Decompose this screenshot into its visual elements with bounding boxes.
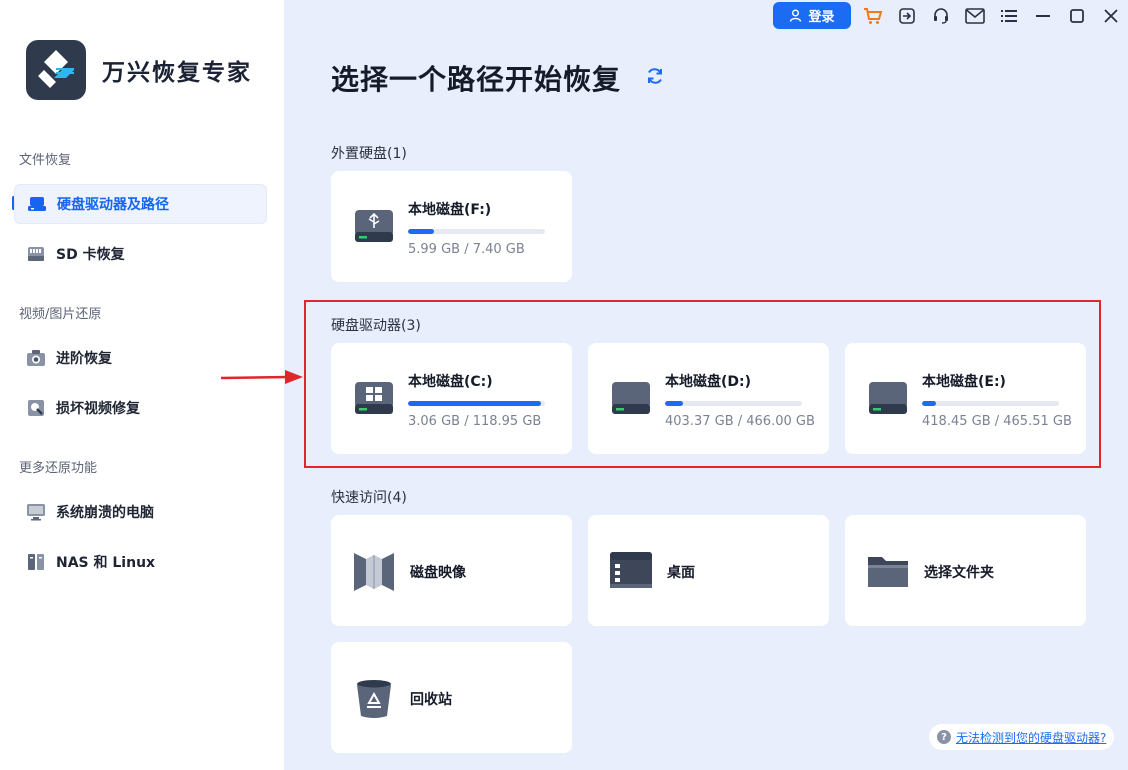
drive-card-f[interactable]: 本地磁盘(F:) 5.99 GB / 7.40 GB [331, 171, 572, 282]
sd-card-icon [26, 244, 46, 264]
drive-size: 5.99 GB / 7.40 GB [408, 242, 525, 257]
sidebar-item-nas-linux[interactable]: NAS 和 Linux [14, 542, 267, 582]
quick-item-label: 回收站 [410, 692, 452, 708]
sidebar-item-video-repair[interactable]: 损坏视频修复 [14, 388, 267, 428]
sidebar-item-crashed-pc[interactable]: 系统崩溃的电脑 [14, 492, 267, 532]
hard-drive-icon [27, 194, 47, 214]
sidebar-item-label: SD 卡恢复 [56, 247, 125, 263]
page-title: 选择一个路径开始恢复 [331, 63, 622, 96]
usb-drive-icon [353, 206, 395, 246]
red-arrow-icon [220, 370, 303, 384]
app-name: 万兴恢复专家 [102, 60, 252, 86]
nas-icon [26, 552, 46, 572]
quick-item-select-folder[interactable]: 选择文件夹 [845, 515, 1086, 626]
app-logo-row: 万兴恢复专家 [26, 40, 252, 100]
drive-name: 本地磁盘(F:) [408, 202, 492, 218]
close-icon[interactable] [1100, 5, 1122, 27]
maximize-icon[interactable] [1066, 5, 1088, 27]
recycle-bin-icon [352, 676, 396, 720]
quick-item-label: 桌面 [667, 565, 695, 581]
highlight-box [304, 300, 1101, 468]
quick-item-disk-image[interactable]: 磁盘映像 [331, 515, 572, 626]
app-logo-icon [26, 40, 86, 100]
sidebar-item-hard-drive[interactable]: 硬盘驱动器及路径 [14, 184, 267, 224]
sidebar-item-label: 硬盘驱动器及路径 [57, 197, 169, 213]
folder-icon [866, 549, 910, 593]
monitor-icon [26, 502, 46, 522]
section-title-video-photo: 视频/图片还原 [19, 307, 102, 322]
disk-image-icon [352, 549, 396, 593]
menu-icon[interactable] [998, 5, 1020, 27]
login-label: 登录 [808, 10, 835, 25]
sidebar-item-label: NAS 和 Linux [56, 555, 156, 571]
headset-icon[interactable] [930, 5, 952, 27]
help-link-text: 无法检测到您的硬盘驱动器? [956, 730, 1107, 745]
section-title-more: 更多还原功能 [19, 461, 98, 476]
sign-in-icon[interactable] [896, 5, 918, 27]
video-repair-icon [26, 398, 46, 418]
external-drives-title: 外置硬盘(1) [331, 146, 407, 162]
section-title-file-recovery: 文件恢复 [19, 153, 72, 168]
quick-item-desktop[interactable]: 桌面 [588, 515, 829, 626]
quick-item-recycle-bin[interactable]: 回收站 [331, 642, 572, 753]
quick-item-label: 磁盘映像 [410, 565, 466, 581]
sidebar-item-label: 系统崩溃的电脑 [56, 505, 154, 521]
sidebar-item-label: 损坏视频修复 [56, 401, 140, 417]
usage-bar [408, 229, 545, 234]
quick-access-title: 快速访问(4) [331, 490, 407, 506]
refresh-icon[interactable] [645, 66, 665, 86]
sidebar-item-sd-card[interactable]: SD 卡恢复 [14, 234, 267, 274]
sidebar-item-label: 进阶恢复 [56, 351, 112, 367]
quick-item-label: 选择文件夹 [924, 565, 994, 581]
usage-bar-fill [408, 229, 435, 234]
help-link[interactable]: ? 无法检测到您的硬盘驱动器? [929, 724, 1115, 750]
desktop-icon [609, 549, 653, 593]
help-icon: ? [937, 730, 951, 744]
camera-icon [26, 348, 46, 368]
cart-icon[interactable] [862, 5, 884, 27]
mail-icon[interactable] [964, 5, 986, 27]
minimize-icon[interactable] [1032, 5, 1054, 27]
login-button[interactable]: 登录 [773, 2, 851, 29]
user-icon [790, 9, 802, 22]
